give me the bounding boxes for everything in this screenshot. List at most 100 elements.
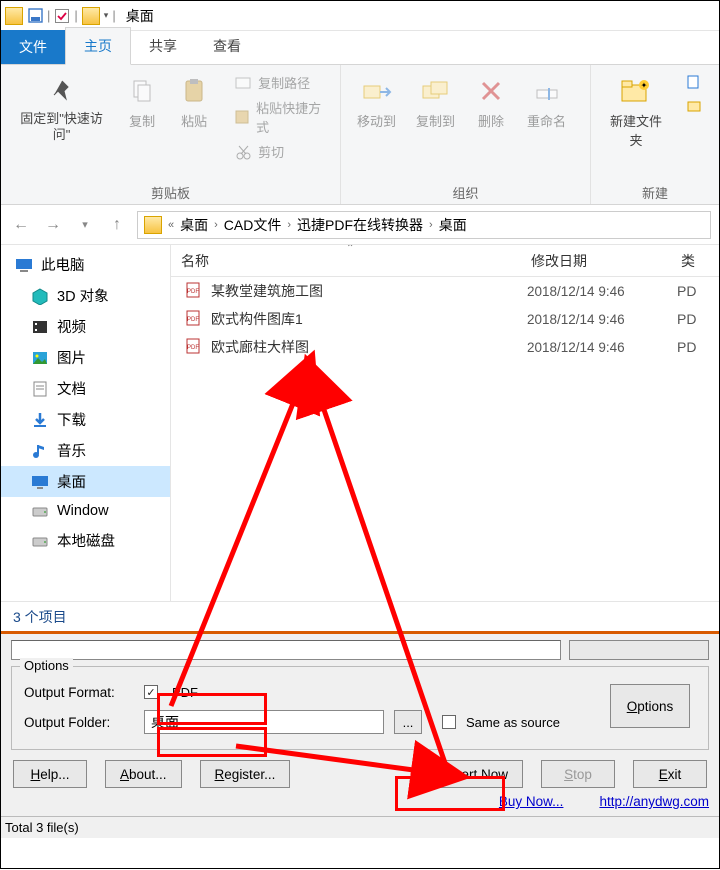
file-row[interactable]: PDF某教堂建筑施工图2018/12/14 9:46PD	[171, 277, 719, 305]
filelist-header: 名称 修改日期 类	[171, 245, 719, 277]
sidebar: 此电脑 3D 对象视频图片文档下载音乐桌面Window本地磁盘	[1, 245, 171, 601]
help-button[interactable]: Help...	[13, 760, 87, 788]
exit-button[interactable]: Exit	[633, 760, 707, 788]
newfolder-button[interactable]: ✦ 新建文件夹	[603, 71, 669, 153]
back-button[interactable]: ←	[9, 213, 33, 237]
drive-icon	[31, 532, 49, 550]
app-statusbar: Total 3 file(s)	[1, 816, 719, 838]
pdf-icon: PDF	[185, 338, 203, 356]
crumb-2[interactable]: 迅捷PDF在线转换器	[297, 215, 423, 235]
explorer-statusbar: 3 个项目	[1, 601, 719, 631]
same-source-checkbox[interactable]	[442, 715, 456, 729]
sidebar-item-8[interactable]: 本地磁盘	[1, 525, 170, 556]
crumb-1[interactable]: CAD文件	[224, 215, 282, 235]
register-button[interactable]: Register...	[200, 760, 291, 788]
pasteshortcut-button[interactable]: 粘贴快捷方式	[230, 96, 328, 138]
drive-icon	[31, 502, 49, 520]
add-files-button[interactable]	[569, 640, 709, 660]
folder-icon-2	[82, 7, 100, 25]
moveto-button[interactable]: 移动到	[353, 71, 400, 134]
sidebar-item-6[interactable]: 桌面	[1, 466, 170, 497]
checkbox-icon[interactable]	[54, 8, 70, 24]
filelist: ⌃ 名称 修改日期 类 PDF某教堂建筑施工图2018/12/14 9:46PD…	[171, 245, 719, 601]
svg-text:PDF: PDF	[187, 289, 199, 295]
output-format-checkbox[interactable]: ✓	[144, 685, 158, 699]
file-row[interactable]: PDF欧式廊柱大样图2018/12/14 9:46PD	[171, 333, 719, 361]
folder-icon	[144, 216, 162, 234]
col-date[interactable]: 修改日期	[521, 251, 671, 271]
tab-file[interactable]: 文件	[1, 30, 65, 64]
music-icon	[31, 442, 49, 460]
tab-home[interactable]: 主页	[65, 27, 131, 65]
buy-link[interactable]: Buy Now...	[499, 794, 564, 809]
pdf-icon: PDF	[185, 310, 203, 328]
output-folder-label: Output Folder:	[24, 715, 134, 730]
up-button[interactable]: ↑	[105, 213, 129, 237]
sidebar-item-0[interactable]: 3D 对象	[1, 280, 170, 311]
copypath-button[interactable]: 复制路径	[230, 71, 328, 94]
cube-icon	[31, 287, 49, 305]
group-organize-label: 组织	[353, 183, 578, 202]
options-legend: Options	[20, 658, 73, 673]
about-button[interactable]: About...	[105, 760, 182, 788]
output-format-label: Output Format:	[24, 685, 134, 700]
copy-button[interactable]: 复制	[122, 71, 162, 134]
content: 此电脑 3D 对象视频图片文档下载音乐桌面Window本地磁盘 ⌃ 名称 修改日…	[1, 245, 719, 601]
crumb-0[interactable]: 桌面	[180, 215, 208, 235]
video-icon	[31, 318, 49, 336]
paste-label: 粘贴	[181, 111, 207, 130]
sidebar-this-pc[interactable]: 此电脑	[1, 249, 170, 280]
output-folder-input[interactable]	[144, 710, 384, 734]
sidebar-item-7[interactable]: Window	[1, 497, 170, 525]
col-type[interactable]: 类	[671, 251, 719, 271]
pdf-icon: PDF	[185, 282, 203, 300]
convert-button[interactable]: Convert Now	[415, 760, 523, 788]
breadcrumb[interactable]: « 桌面› CAD文件› 迅捷PDF在线转换器› 桌面	[137, 211, 711, 239]
same-source-label: Same as source	[466, 715, 560, 730]
pin-label: 固定到"快速访问"	[17, 111, 106, 142]
window-title: 桌面	[126, 6, 154, 26]
crumb-3[interactable]: 桌面	[439, 215, 467, 235]
ribbon: 固定到"快速访问" 复制 粘贴 复制路径 粘贴快捷方式 剪切 剪贴板 移动到	[1, 65, 719, 205]
sidebar-item-2[interactable]: 图片	[1, 342, 170, 373]
svg-text:PDF: PDF	[187, 317, 199, 323]
sidebar-item-4[interactable]: 下载	[1, 404, 170, 435]
file-row[interactable]: PDF欧式构件图库12018/12/14 9:46PD	[171, 305, 719, 333]
easyaccess-button[interactable]	[681, 95, 707, 117]
pin-button[interactable]: 固定到"快速访问"	[13, 71, 110, 146]
sidebar-item-3[interactable]: 文档	[1, 373, 170, 404]
navbar: ← → ▾ ↑ « 桌面› CAD文件› 迅捷PDF在线转换器› 桌面	[1, 205, 719, 245]
options-group: Options Output Format: ✓ PDF Output Fold…	[11, 666, 709, 750]
tab-share[interactable]: 共享	[131, 28, 195, 64]
svg-text:✦: ✦	[641, 81, 648, 90]
output-format-value: PDF	[172, 685, 198, 700]
sidebar-item-5[interactable]: 音乐	[1, 435, 170, 466]
delete-button[interactable]: 删除	[471, 71, 511, 134]
app-panel: Options Output Format: ✓ PDF Output Fold…	[1, 631, 719, 816]
folder-icon	[5, 7, 23, 25]
paste-button[interactable]: 粘贴	[174, 71, 214, 134]
svg-text:PDF: PDF	[187, 345, 199, 351]
url-link[interactable]: http://anydwg.com	[599, 794, 709, 809]
sidebar-item-1[interactable]: 视频	[1, 311, 170, 342]
cut-button[interactable]: 剪切	[230, 140, 328, 163]
doc-icon	[31, 380, 49, 398]
options-button[interactable]: Options	[610, 684, 690, 728]
group-new-label: 新建	[603, 183, 707, 202]
copy-label: 复制	[129, 111, 155, 130]
file-input-box[interactable]	[11, 640, 561, 660]
recent-button[interactable]: ▾	[73, 213, 97, 237]
forward-button[interactable]: →	[41, 213, 65, 237]
sort-indicator: ⌃	[346, 245, 354, 254]
copyto-button[interactable]: 复制到	[412, 71, 459, 134]
newitem-button[interactable]	[681, 71, 707, 93]
tab-view[interactable]: 查看	[195, 28, 259, 64]
stop-button: Stop	[541, 760, 615, 788]
desktop-icon	[31, 473, 49, 491]
picture-icon	[31, 349, 49, 367]
browse-button[interactable]: ...	[394, 710, 422, 734]
rename-button[interactable]: 重命名	[523, 71, 570, 134]
save-icon[interactable]	[27, 8, 43, 24]
dropdown-icon[interactable]: ▾	[104, 10, 109, 21]
ribbon-tabs: 文件 主页 共享 查看	[1, 31, 719, 65]
